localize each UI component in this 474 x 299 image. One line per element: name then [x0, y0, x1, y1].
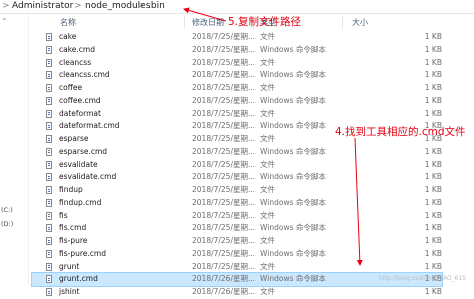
file-name: jshint	[59, 287, 80, 296]
arrow-to-address-bar	[183, 7, 227, 22]
file-icon	[46, 288, 52, 296]
file-size: 1 KB	[424, 287, 442, 296]
file-date: 2018/7/26/星期...	[192, 287, 256, 296]
file-type: 文件	[260, 287, 275, 296]
annotation-arrows	[183, 7, 363, 266]
watermark: http://blog.csdn.net/TAO_615	[378, 275, 466, 282]
arrow-to-grunt-cmd	[354, 137, 363, 266]
file-row[interactable]: jshint 2018/7/26/星期... 文件 1 KB	[32, 286, 442, 299]
